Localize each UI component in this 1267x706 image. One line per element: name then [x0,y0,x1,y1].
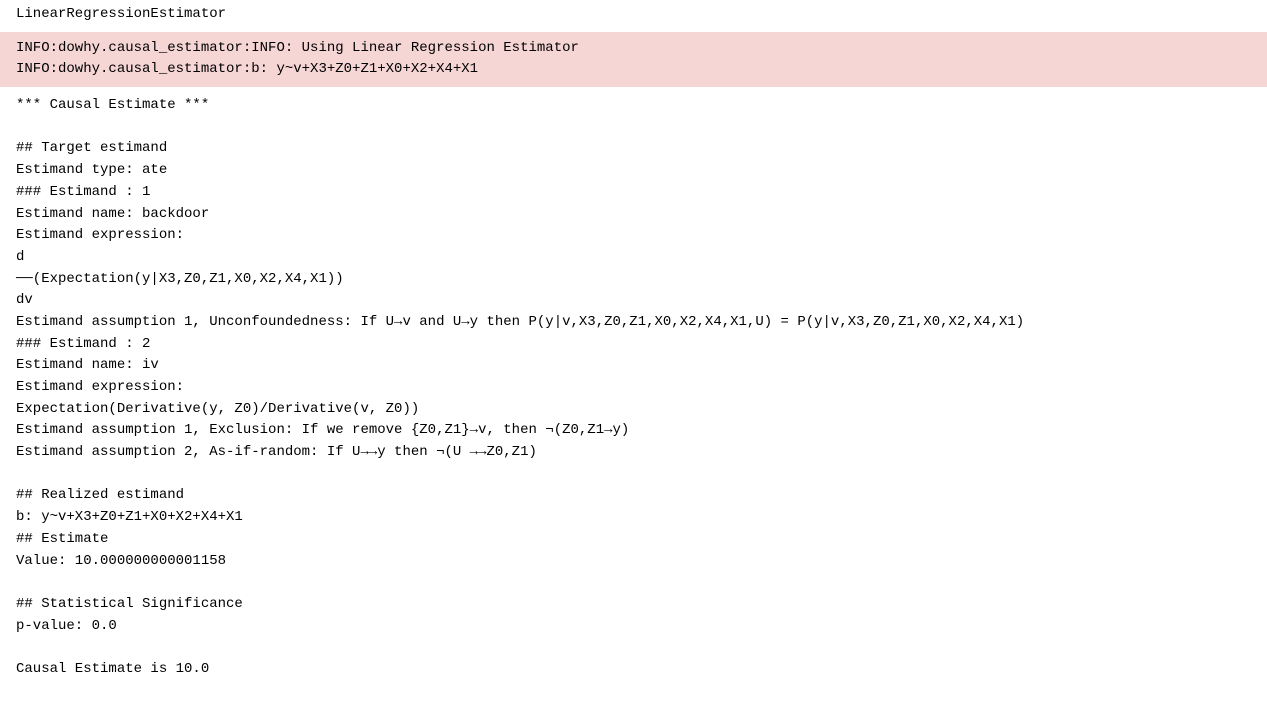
info-log-block: INFO:dowhy.causal_estimator:INFO: Using … [0,32,1267,87]
estimator-title: LinearRegressionEstimator [0,0,1267,32]
causal-estimate-output: *** Causal Estimate *** ## Target estima… [0,87,1267,689]
